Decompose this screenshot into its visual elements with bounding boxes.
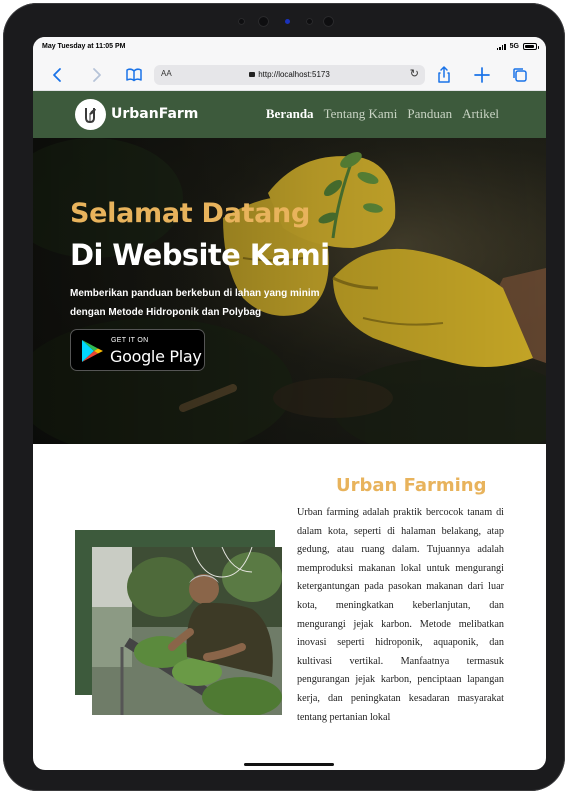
about-text: Urban farming adalah praktik bercocok ta… — [297, 507, 504, 723]
status-right: 5G — [496, 43, 539, 50]
status-bar: May Tuesday at 11:05 PM 5G — [33, 37, 546, 59]
address-bar[interactable]: AA http://localhost:5173 ↻ — [154, 65, 425, 85]
urban-farmer-photo — [92, 547, 282, 715]
nav-item-tentang-kami[interactable]: Tentang Kami — [324, 106, 398, 122]
google-play-icon — [82, 340, 103, 362]
reload-icon[interactable]: ↻ — [410, 67, 419, 80]
camera-icon — [323, 16, 334, 27]
hero-subtitle: Memberikan panduan berkebun di lahan yan… — [70, 288, 320, 318]
sensor-icon — [306, 18, 313, 25]
site-navbar: UrbanFarm Beranda Tentang Kami Panduan A… — [33, 91, 546, 138]
camera-icon — [258, 16, 269, 27]
lock-icon — [249, 72, 256, 77]
nav-item-beranda[interactable]: Beranda — [266, 106, 314, 122]
battery-icon — [523, 43, 539, 50]
site-logo[interactable] — [75, 99, 106, 130]
store-badge-small: GET IT ON — [111, 337, 149, 344]
bookmarks-icon[interactable] — [124, 65, 144, 85]
hero-title-line1: Selamat Datang — [70, 198, 310, 229]
forward-icon[interactable] — [86, 65, 106, 85]
brand-name[interactable]: UrbanFarm — [111, 106, 198, 122]
home-indicator[interactable] — [244, 763, 334, 766]
camera-led — [285, 19, 290, 24]
nav-item-artikel[interactable]: Artikel — [462, 106, 499, 122]
sensor-icon — [238, 18, 245, 25]
network-label: 5G — [509, 43, 519, 50]
google-play-button[interactable]: GET IT ON Google Play — [70, 329, 205, 371]
url-display: http://localhost:5173 — [154, 70, 425, 79]
nav-item-panduan[interactable]: Panduan — [407, 106, 452, 122]
logo-icon — [84, 107, 96, 123]
main-nav: Beranda Tentang Kami Panduan Artikel — [266, 106, 499, 122]
camera-bar — [3, 13, 565, 29]
browser-toolbar: AA http://localhost:5173 ↻ — [33, 59, 546, 91]
store-badge-large: Google Play — [110, 347, 202, 366]
farmer-image — [92, 547, 282, 715]
screen: May Tuesday at 11:05 PM 5G AA http://loc… — [33, 37, 546, 770]
url-text: http://localhost:5173 — [258, 70, 330, 79]
share-icon[interactable] — [434, 65, 454, 85]
tablet-frame: May Tuesday at 11:05 PM 5G AA http://loc… — [3, 3, 565, 791]
about-title: Urban Farming — [336, 475, 487, 496]
hero-section: Selamat Datang Di Website Kami Memberika… — [33, 138, 546, 444]
hero-title-line2: Di Website Kami — [70, 238, 330, 272]
tabs-icon[interactable] — [510, 65, 530, 85]
signal-icon — [496, 43, 506, 50]
status-time: May Tuesday at 11:05 PM — [42, 43, 126, 50]
new-tab-icon[interactable] — [472, 65, 492, 85]
back-icon[interactable] — [48, 65, 68, 85]
